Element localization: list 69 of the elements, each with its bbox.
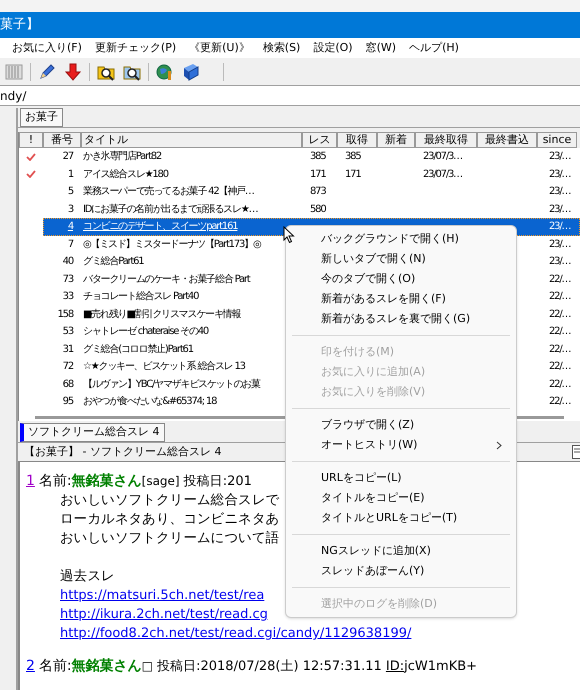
thread-number: 95 (62, 396, 73, 408)
table-cell: 873 (310, 186, 326, 198)
post-text: おいしいソフトクリームについて語 (60, 530, 280, 546)
table-cell: 22/… (549, 274, 570, 285)
name-label: 名前: (38, 472, 72, 491)
post-text: ローカルネタあり、コンビニネタあ (60, 511, 280, 527)
thread-number: 7 (68, 238, 73, 250)
table-cell: 22/… (549, 378, 570, 390)
thread-title: ☆★クッキー、ビスケット系 総合スレ 13 (83, 361, 245, 372)
thread-title: IDにお菓子の名前が出るまで頑張るスレ★… (83, 204, 258, 215)
thread-title: コンビニのデザート、スイーツpart161 (83, 221, 238, 232)
table-cell: 22/… (549, 291, 570, 302)
table-cell: 23/… (549, 168, 570, 180)
thread-number: 68 (62, 378, 73, 390)
thread-title: 【ルヴァン】YBC/ヤマザキビスケットのお菓 (83, 378, 260, 390)
thread-title: バタークリームのケーキ・お菓子総合 Part (83, 274, 250, 285)
table-cell: 23/… (549, 256, 570, 268)
thread-number: 27 (62, 151, 73, 162)
thread-title: シャトレーゼ chateraise その40 (83, 326, 208, 338)
post-date: 投稿日:201 (182, 473, 252, 491)
name-label: 名前: (38, 657, 72, 676)
table-cell: 22/… (549, 361, 570, 372)
table-cell: 22/… (549, 308, 570, 320)
thread-title: おやつが食べたいな&#65374; 18 (83, 396, 216, 408)
thread-number: 31 (62, 344, 73, 355)
poster-name: 無銘菓さん (72, 472, 142, 491)
thread-title: ■売れ残り■割引クリスマスケーキ情報 (83, 308, 240, 320)
post-text: おいしいソフトクリーム総合スレで (60, 492, 280, 508)
table-cell: 23/… (549, 186, 570, 198)
thread-number: 4 (68, 221, 73, 232)
table-cell: 23/… (549, 221, 570, 232)
table-cell: 23/07/3… (423, 151, 462, 162)
table-cell: 385 (310, 151, 326, 162)
table-cell: 23/… (549, 238, 570, 250)
thread-number: 5 (68, 186, 73, 198)
thread-number: 53 (62, 326, 73, 338)
table-cell: 23/07/3… (423, 168, 462, 180)
thread-number: 1 (68, 168, 73, 180)
thread-title: グミ総合(コロロ禁止)Part61 (83, 344, 193, 355)
thread-title: 業務スーパーで売ってるお菓子 42【神戸… (83, 186, 254, 198)
thread-title: アイス総合スレ★180 (83, 168, 168, 180)
thread-number: 40 (62, 256, 73, 268)
table-cell: 385 (345, 151, 360, 162)
thread-number: 158 (58, 308, 73, 320)
post-text: 過去スレ (60, 568, 115, 584)
table-cell: 580 (310, 204, 326, 215)
thread-title: 【お菓子】 - ソフトクリーム総合スレ 4 (23, 444, 222, 460)
poster-mail: □ (142, 658, 153, 675)
window-title: 菓子】 (0, 16, 39, 34)
thread-number: 72 (62, 361, 73, 372)
table-cell: 22/… (549, 326, 570, 338)
id-label: ID: (386, 658, 404, 676)
poster-id: jcW1mKB+ (404, 658, 478, 676)
poster-mail: [sage] (142, 473, 180, 490)
thread-number: 3 (68, 204, 73, 215)
thread-title: グミ総合Part61 (83, 256, 144, 268)
thread-title: チョコレート総合スレ Part40 (83, 291, 198, 302)
thread-title: かき氷専門店Part82 (83, 151, 162, 162)
thread-number: 73 (62, 274, 73, 285)
thread-title: ◎【ミスド】ミスタードーナツ【Part173】◎ (83, 238, 260, 250)
post-date: 投稿日:2018/07/28(土) 12:57:31.11 (156, 658, 383, 676)
table-cell: 171 (345, 168, 360, 180)
table-cell: 22/… (549, 396, 570, 408)
table-cell: 22/… (549, 344, 570, 355)
thread-number: 33 (62, 291, 73, 302)
table-cell: 23/… (549, 204, 570, 215)
poster-name: 無銘菓さん (72, 657, 142, 676)
table-cell: 23/… (549, 151, 570, 162)
table-cell: 171 (310, 168, 326, 180)
